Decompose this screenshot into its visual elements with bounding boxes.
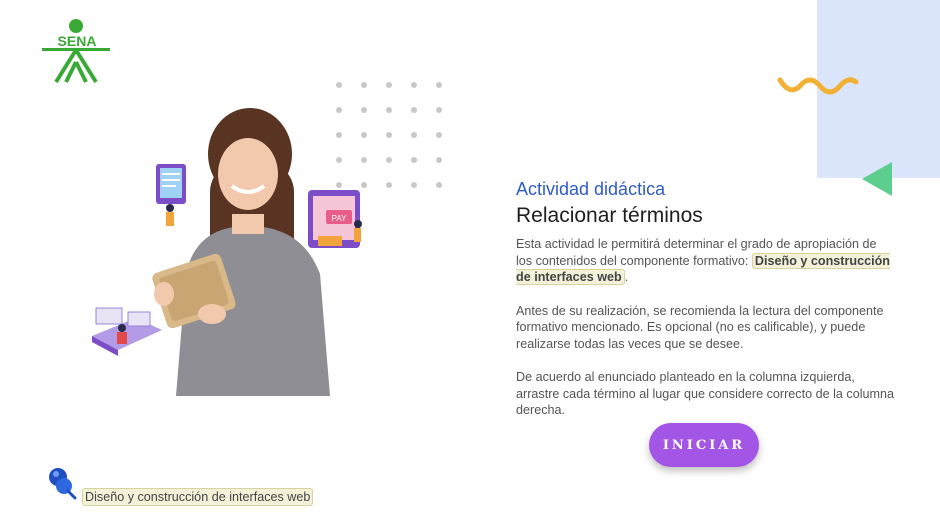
grid-dot [436, 82, 442, 88]
grid-dot [411, 132, 417, 138]
instructions-paragraph: De acuerdo al enunciado planteado en la … [516, 370, 895, 417]
grid-dot [411, 157, 417, 163]
grid-dot [411, 182, 417, 188]
woman-with-tablet-illustration: PAY [92, 108, 362, 396]
start-button[interactable]: INICIAR [649, 423, 759, 467]
intro-paragraph: Esta actividad le permitirá determinar e… [516, 236, 896, 286]
grid-dot [411, 82, 417, 88]
grid-dot [386, 132, 392, 138]
grid-dot [386, 107, 392, 113]
grid-dot [436, 182, 442, 188]
component-name-label: Diseño y construcción de interfaces web [82, 488, 314, 506]
grid-dot [361, 82, 367, 88]
grid-dot [386, 82, 392, 88]
grid-dot [436, 107, 442, 113]
hero-illustration: PAY [86, 102, 376, 402]
sena-logo-text: SENA [58, 33, 97, 49]
woman-figure [152, 108, 330, 396]
grid-dot [436, 132, 442, 138]
floating-document-icon [156, 164, 186, 226]
grid-dot [411, 107, 417, 113]
activity-content: Actividad didáctica Relacionar términos … [516, 178, 896, 419]
sena-logo-icon: SENA [42, 19, 110, 84]
wave-icon [777, 77, 859, 95]
activity-title: Relacionar términos [516, 204, 703, 227]
grid-dot [336, 82, 342, 88]
grid-dot [436, 157, 442, 163]
pushpin-icon [49, 468, 77, 500]
payment-screen-icon: PAY [308, 190, 362, 248]
activity-kicker: Actividad didáctica [516, 179, 666, 199]
workspace-platform-icon [92, 307, 162, 356]
recommendation-paragraph: Antes de su realización, se recomienda l… [516, 303, 884, 351]
grid-dot [386, 182, 392, 188]
svg-text:PAY: PAY [332, 214, 347, 223]
grid-dot [386, 157, 392, 163]
sena-logo: SENA [40, 18, 114, 86]
intro-end: . [624, 270, 629, 284]
